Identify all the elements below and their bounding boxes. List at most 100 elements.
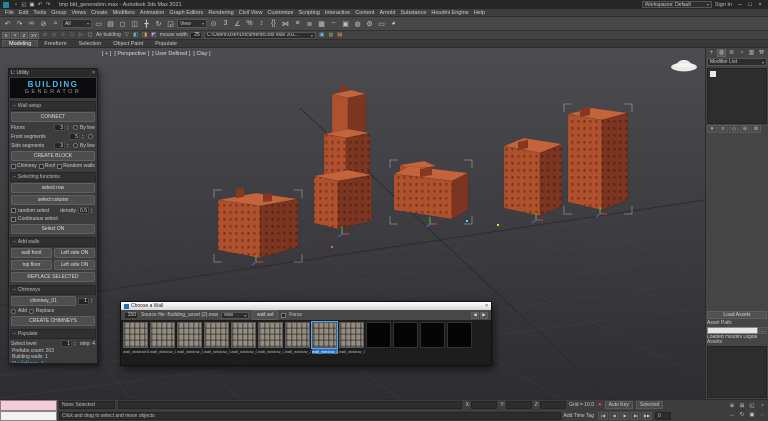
- unlink-selection-icon[interactable]: ⊘: [38, 18, 49, 29]
- rendered-frame-window-icon[interactable]: ▭: [376, 18, 387, 29]
- rollout-chimneys[interactable]: − Chimneys: [10, 285, 96, 295]
- toolbar2-icon[interactable]: ▱: [41, 31, 49, 39]
- render-production-icon[interactable]: ◕: [388, 18, 399, 29]
- menu-item[interactable]: Edit: [19, 10, 28, 16]
- ribbon-tab[interactable]: Selection: [73, 40, 108, 47]
- ribbon-tab[interactable]: Object Paint: [107, 40, 149, 47]
- remove-modifier-icon[interactable]: ⊖: [740, 125, 750, 133]
- create-chimneys-button[interactable]: CREATE CHIMNEYS: [11, 316, 95, 326]
- wall-thumbnail-image[interactable]: [123, 322, 148, 348]
- redo-icon[interactable]: ↷: [44, 2, 52, 8]
- top-floor-button[interactable]: top floor: [11, 260, 52, 270]
- auto-key-button[interactable]: Auto Key: [604, 401, 633, 410]
- maximize-button[interactable]: □: [745, 2, 755, 8]
- go-to-start-button[interactable]: |◀: [598, 411, 608, 420]
- bind-to-space-warp-icon[interactable]: ≈: [50, 18, 61, 29]
- spinner-arrows[interactable]: ▴ ▾: [67, 142, 71, 149]
- toolbar2-icon[interactable]: ◇: [50, 31, 58, 39]
- mirror-icon[interactable]: ⋈: [280, 18, 291, 29]
- building-model-3[interactable]: [393, 160, 469, 220]
- spinner-field[interactable]: 5: [69, 133, 80, 140]
- add-time-tag[interactable]: Add Time Tag: [564, 413, 594, 419]
- building-model-5[interactable]: [567, 107, 629, 211]
- toolbar2-width-field[interactable]: 25: [189, 31, 202, 39]
- spinner-arrows[interactable]: ▴ ▾: [91, 207, 95, 214]
- next-frame-button[interactable]: ▶|: [631, 411, 641, 420]
- pin-stack-icon[interactable]: ▾: [707, 125, 717, 133]
- spinner-arrows[interactable]: ▴ ▾: [74, 340, 78, 347]
- new-file-icon[interactable]: ▫: [12, 2, 20, 8]
- load-assets-tab[interactable]: Load Assets: [707, 311, 767, 319]
- modify-tab[interactable]: ◍: [717, 48, 726, 57]
- menu-item[interactable]: Tools: [33, 10, 46, 16]
- named-selection-sets-icon[interactable]: {}: [268, 18, 279, 29]
- toolbar2-icon[interactable]: ◩: [150, 31, 158, 39]
- maximize-viewport-icon[interactable]: ▣: [747, 411, 757, 421]
- create-block-button[interactable]: CREATE BLOCK: [11, 151, 95, 161]
- next-page-button[interactable]: ▶: [480, 311, 488, 319]
- maxscript-mini-listener[interactable]: [0, 400, 57, 421]
- menu-item[interactable]: Rendering: [208, 10, 233, 16]
- zoom-extents-icon[interactable]: ◱: [747, 401, 757, 411]
- coordinate-field[interactable]: [540, 401, 567, 410]
- snaps-toggle-icon[interactable]: 3: [220, 18, 231, 29]
- left-side-on-button-2[interactable]: Left side ON: [54, 260, 95, 270]
- orbit-icon[interactable]: ↻: [737, 411, 747, 421]
- modifier-stack[interactable]: [707, 68, 767, 124]
- create-tab[interactable]: +: [707, 49, 716, 57]
- chimney-add-radio[interactable]: [11, 308, 16, 314]
- menu-item[interactable]: Interactive: [325, 10, 350, 16]
- wall-thumbnail[interactable]: wall_window01_04: [123, 322, 149, 354]
- layer-manager-icon[interactable]: ≣: [304, 18, 315, 29]
- wall-thumbnail[interactable]: wall_window_05: [177, 322, 203, 354]
- selected-filter-dropdown[interactable]: Selected: [635, 401, 664, 410]
- building-model-1[interactable]: [217, 188, 299, 259]
- modifier-stack-item[interactable]: [710, 71, 716, 77]
- field-of-view-icon[interactable]: ◔: [757, 401, 767, 411]
- material-editor-icon[interactable]: ◍: [352, 18, 363, 29]
- schematic-view-icon[interactable]: ▣: [340, 18, 351, 29]
- viewport-shading-menu[interactable]: [ Clay ]: [193, 51, 210, 57]
- selection-filter-dropdown[interactable]: All ▾: [62, 19, 92, 28]
- viewport-hat-object[interactable]: [670, 60, 698, 72]
- wall-thumbnail-image[interactable]: [420, 322, 445, 348]
- wall-thumbnail-image[interactable]: [311, 321, 338, 349]
- wall-thumbnail-image[interactable]: [447, 322, 472, 348]
- toolbar2-icon[interactable]: ◻: [86, 31, 94, 39]
- modifier-list-dropdown[interactable]: Modifier List ▾: [707, 58, 767, 66]
- browse-button[interactable]: ...: [759, 327, 767, 334]
- chimney-count-field[interactable]: 1: [78, 297, 89, 305]
- wall-set-button[interactable]: wall set: [252, 310, 279, 320]
- prev-page-button[interactable]: ◀: [471, 311, 479, 319]
- panel-titlebar[interactable]: L: Utility ×: [9, 69, 97, 77]
- zoom-icon[interactable]: ⊕: [727, 401, 737, 411]
- select-on-button[interactable]: Select ON: [11, 224, 95, 234]
- wall-thumbnail[interactable]: wall_window_04: [150, 322, 176, 354]
- wall-thumbnail-image[interactable]: [258, 322, 283, 348]
- rollout-selecting-functions[interactable]: − Selecting functions: [10, 172, 96, 182]
- density-field[interactable]: 0.5: [78, 207, 89, 214]
- save-file-icon[interactable]: ▣: [28, 2, 36, 8]
- loaded-assets-list[interactable]: [707, 346, 767, 398]
- checkbox[interactable]: [57, 163, 63, 169]
- menu-item[interactable]: Help: [474, 10, 485, 16]
- coordinate-field[interactable]: [471, 401, 498, 410]
- wall-thumbnail[interactable]: wall_window_25: [258, 322, 284, 354]
- project-path-dropdown[interactable]: C:\Users\User\Documents\3ds Max 201... ▾: [203, 31, 316, 39]
- left-side-on-button[interactable]: Left side ON: [54, 248, 95, 258]
- menu-item[interactable]: Modifiers: [113, 10, 135, 16]
- wall-thumbnail[interactable]: [447, 322, 473, 349]
- menu-item[interactable]: Substance: [400, 10, 426, 16]
- viewport-lighting-menu[interactable]: [ User Defined ]: [152, 51, 190, 57]
- wall-thumbnail[interactable]: wall_window_31: [339, 322, 365, 354]
- select-and-scale-icon[interactable]: ◲: [165, 18, 176, 29]
- menu-item[interactable]: File: [5, 10, 14, 16]
- toolbar2-icon[interactable]: ◧: [132, 31, 140, 39]
- go-to-end-button[interactable]: ▶▶: [642, 411, 652, 420]
- use-pivot-point-icon[interactable]: ⊙: [208, 18, 219, 29]
- play-button[interactable]: ▶: [620, 411, 630, 420]
- curve-editor-icon[interactable]: ~: [328, 18, 339, 29]
- menu-item[interactable]: Scripting: [298, 10, 319, 16]
- select-object-icon[interactable]: ▭: [93, 18, 104, 29]
- rollout-wall-setup[interactable]: − Wall setup: [10, 101, 96, 111]
